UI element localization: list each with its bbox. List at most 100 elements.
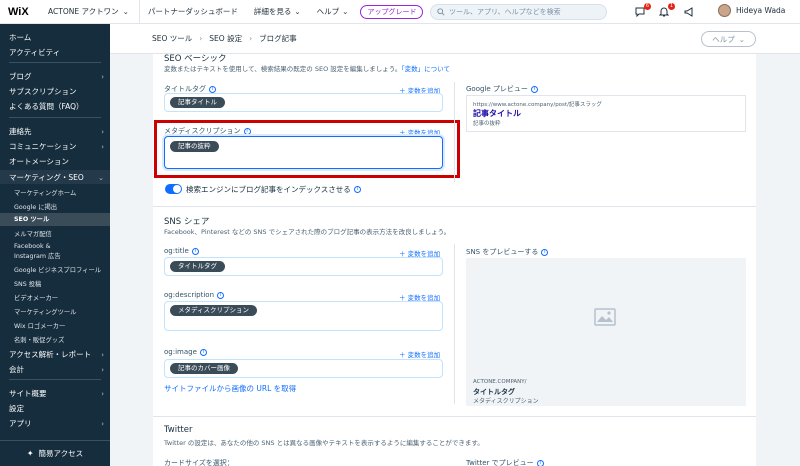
sidebar-item-subscriptions[interactable]: サブスクリプション bbox=[9, 86, 104, 97]
chevron-down-icon: ⌄ bbox=[738, 34, 745, 44]
seo-section-desc: 変数またはテキストを使用して、検索結果の既定の SEO 設定を編集しましょう。「… bbox=[164, 65, 450, 73]
sidebar-item-home[interactable]: ホーム bbox=[9, 32, 104, 43]
index-toggle[interactable] bbox=[165, 184, 182, 194]
sidebar-item-settings[interactable]: 設定 bbox=[9, 403, 104, 414]
preview-url: https://www.actone.company/post/記事スラッグ bbox=[473, 102, 602, 108]
variable-chip[interactable]: メタディスクリプション bbox=[170, 305, 258, 316]
chevron-down-icon: ⌄ bbox=[342, 7, 349, 16]
add-variable-button[interactable]: ＋ 変数を追加 bbox=[399, 349, 440, 359]
chat-badge: 6 bbox=[643, 3, 651, 10]
chevron-right-icon: › bbox=[101, 389, 104, 398]
sidebar-sub-sns-posts[interactable]: SNS 投稿 bbox=[14, 279, 41, 288]
top-bar: WiX ACTONE アクトワン ⌄ パートナーダッシュボード 詳細を見る ⌄ ヘ… bbox=[0, 0, 800, 24]
section-divider bbox=[153, 416, 756, 417]
user-menu[interactable]: Hideya Wada bbox=[718, 4, 785, 17]
info-icon: i bbox=[209, 85, 216, 93]
chevron-right-icon: › bbox=[101, 365, 104, 374]
quick-access-label: 簡易アクセス bbox=[38, 449, 84, 458]
sidebar-sub-instagram-ads[interactable]: Instagram 広告 bbox=[14, 251, 61, 260]
twitter-section-desc: Twitter の設定は、あなたの他の SNS とは異なる画像やテキストを表示す… bbox=[164, 439, 484, 447]
info-icon: i bbox=[191, 247, 199, 255]
og-description-label: og:description i bbox=[164, 291, 225, 299]
sidebar-item-site-overview[interactable]: サイト概要 › bbox=[9, 388, 104, 399]
sns-preview-label: SNS をプレビューする i bbox=[466, 247, 549, 257]
user-name: Hideya Wada bbox=[736, 6, 786, 15]
info-icon: i bbox=[353, 186, 361, 193]
sidebar-item-apps[interactable]: アプリ › bbox=[9, 418, 104, 429]
sidebar-divider bbox=[9, 62, 101, 63]
info-icon: i bbox=[199, 348, 207, 356]
chevron-right-icon: › bbox=[249, 34, 253, 43]
breadcrumb-blog-posts: ブログ記事 bbox=[259, 34, 297, 43]
search-icon bbox=[437, 8, 445, 16]
sns-preview-domain: ACTONE.COMPANY/ bbox=[473, 379, 527, 385]
section-divider bbox=[153, 206, 756, 207]
twitter-preview-label: Twitter でプレビュー i bbox=[466, 458, 544, 466]
info-icon: i bbox=[541, 248, 549, 256]
image-placeholder-icon bbox=[594, 308, 616, 330]
details-menu[interactable]: 詳細を見る ⌄ bbox=[246, 6, 309, 17]
chevron-down-icon: ⌄ bbox=[294, 7, 301, 16]
sidebar-divider bbox=[9, 379, 101, 380]
search-input[interactable]: ツール、アプリ、ヘルプなどを検索 bbox=[430, 4, 607, 20]
google-preview-label: Google プレビュー i bbox=[466, 84, 538, 94]
twitter-section-title: Twitter bbox=[164, 425, 193, 435]
chevron-down-icon: ⌄ bbox=[98, 173, 104, 182]
upgrade-button[interactable]: アップグレード bbox=[360, 4, 424, 19]
wix-logo[interactable]: WiX bbox=[0, 6, 34, 18]
megaphone-icon[interactable] bbox=[682, 5, 696, 19]
quick-access-button[interactable]: ✦ 簡易アクセス bbox=[0, 440, 110, 466]
sidebar-item-automations[interactable]: オートメーション bbox=[9, 156, 104, 167]
lightning-icon: ✦ bbox=[26, 449, 34, 458]
breadcrumb-seo-settings[interactable]: SEO 設定 bbox=[209, 33, 242, 44]
search-placeholder: ツール、アプリ、ヘルプなどを検索 bbox=[449, 8, 561, 16]
annotation-highlight-box bbox=[154, 120, 460, 178]
help-button[interactable]: ヘルプ ⌄ bbox=[701, 31, 756, 47]
variable-chip[interactable]: 記事タイトル bbox=[170, 97, 225, 108]
sidebar-item-analytics[interactable]: アクセス解析・レポート › bbox=[9, 349, 104, 360]
sidebar-sub-google-listing[interactable]: Google に掲出 bbox=[14, 202, 57, 211]
variable-chip[interactable]: 記事のカバー画像 bbox=[170, 363, 238, 374]
sidebar-item-accounting[interactable]: 会計 › bbox=[9, 364, 104, 375]
sidebar-sub-seo-tools[interactable]: SEO ツール bbox=[0, 213, 110, 226]
sidebar-item-marketing-seo[interactable]: マーケティング・SEO ⌄ bbox=[9, 172, 104, 183]
sidebar-sub-video-maker[interactable]: ビデオメーカー bbox=[14, 293, 58, 302]
sidebar-item-activity[interactable]: アクティビティ bbox=[9, 47, 104, 58]
preview-title: 記事タイトル bbox=[473, 109, 521, 118]
partner-dashboard-link[interactable]: パートナーダッシュボード bbox=[140, 6, 246, 17]
avatar bbox=[718, 4, 731, 17]
bell-badge: 1 bbox=[667, 3, 675, 10]
sidebar-sub-newsletter[interactable]: メルマガ配信 bbox=[14, 229, 52, 238]
sidebar-sub-marketing-home[interactable]: マーケティングホーム bbox=[14, 188, 76, 197]
sidebar-sub-facebook-ads[interactable]: Facebook & bbox=[14, 243, 51, 250]
variables-help-link[interactable]: 「変数」について bbox=[401, 65, 450, 73]
site-selector[interactable]: ACTONE アクトワン ⌄ bbox=[34, 0, 140, 24]
info-icon: i bbox=[217, 291, 225, 299]
chat-icon[interactable]: 6 bbox=[633, 3, 651, 19]
settings-card: SEO ベーシック 変数またはテキストを使用して、検索結果の既定の SEO 設定… bbox=[153, 54, 756, 466]
sidebar-item-blog[interactable]: ブログ › bbox=[9, 71, 104, 82]
variable-chip[interactable]: タイトルタグ bbox=[170, 261, 225, 272]
og-image-label: og:image i bbox=[164, 348, 207, 356]
sidebar-sub-google-business[interactable]: Google ビジネスプロフィール bbox=[14, 265, 101, 274]
breadcrumb-seo-tools[interactable]: SEO ツール bbox=[152, 33, 192, 44]
image-url-link[interactable]: サイトファイルから画像の URL を取得 bbox=[164, 383, 296, 394]
sidebar-sub-marketing-tools[interactable]: マーケティングツール bbox=[14, 307, 76, 316]
bell-icon[interactable]: 1 bbox=[657, 3, 675, 19]
info-icon: i bbox=[536, 459, 544, 466]
chevron-right-icon: › bbox=[101, 127, 104, 136]
sidebar-sub-logo-maker[interactable]: Wix ロゴメーカー bbox=[14, 321, 65, 330]
sidebar-item-contacts[interactable]: 連絡先 › bbox=[9, 126, 104, 137]
site-name: ACTONE アクトワン bbox=[48, 7, 119, 16]
sns-preview-description: メタディスクリプション bbox=[473, 398, 539, 405]
chevron-right-icon: › bbox=[101, 419, 104, 428]
sidebar-sub-business-cards[interactable]: 名刺・販促グッズ bbox=[14, 335, 64, 344]
sidebar-item-faq[interactable]: よくある質問（FAQ） bbox=[9, 101, 104, 112]
chevron-right-icon: › bbox=[101, 350, 104, 359]
sidebar-item-communications[interactable]: コミュニケーション › bbox=[9, 141, 104, 152]
sns-section-desc: Facebook、Pinterest などの SNS でシェアされた際のブログ記… bbox=[164, 228, 451, 236]
help-menu[interactable]: ヘルプ ⌄ bbox=[309, 6, 357, 17]
breadcrumb: SEO ツール › SEO 設定 › ブログ記事 ヘルプ ⌄ bbox=[110, 24, 800, 54]
og-title-label: og:title i bbox=[164, 247, 199, 255]
chevron-right-icon: › bbox=[199, 34, 203, 43]
